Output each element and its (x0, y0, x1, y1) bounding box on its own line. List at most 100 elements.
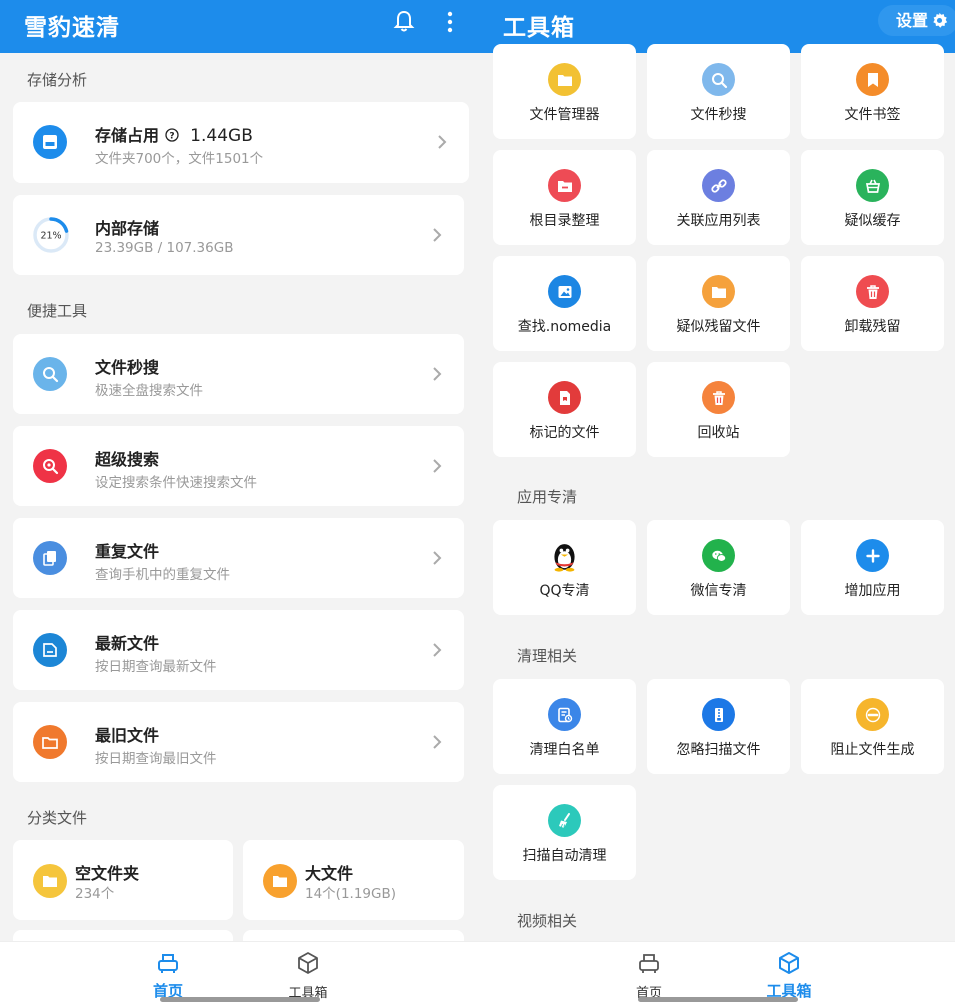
nav-toolbox[interactable]: 工具箱 (273, 946, 343, 1002)
chevron-right-icon (438, 135, 447, 149)
tool-tile[interactable]: 忽略扫描文件 (647, 679, 790, 774)
storage-progress-ring: 21% (33, 217, 69, 253)
more-menu-icon[interactable] (441, 10, 459, 34)
ignore-scan-icon (702, 698, 735, 731)
category-card[interactable]: 空文件夹 234个 (13, 840, 233, 920)
oldest-file-icon (33, 725, 67, 759)
tool-tile[interactable]: 增加应用 (801, 520, 944, 615)
home-screen: 雪豹速清 存储分析 存储占用 ? 1.44GB 文件夹700个，文件1501个 … (0, 0, 478, 1006)
tool-tile-label: 文件管理器 (529, 107, 600, 123)
tool-tile[interactable]: QQ专清 (493, 520, 636, 615)
internal-storage-card[interactable]: 21% 内部存储 23.39GB / 107.36GB (13, 195, 464, 275)
tool-tile[interactable]: 回收站 (647, 362, 790, 457)
tool-card-sub: 按日期查询最旧文件 (95, 751, 217, 767)
section-storage-title: 存储分析 (27, 71, 88, 89)
chevron-right-icon (433, 228, 442, 242)
tool-tile-label: 增加应用 (844, 583, 901, 599)
storage-usage-value: 1.44GB (190, 126, 253, 146)
home-indicator (160, 997, 320, 1002)
tool-tile-label: 查找.nomedia (517, 319, 612, 335)
marked-file-icon (548, 381, 581, 414)
tool-tile[interactable]: 清理白名单 (493, 679, 636, 774)
tool-card-title: 重复文件 (95, 542, 160, 561)
tool-tile-label: 微信专清 (690, 583, 747, 599)
internal-storage-sub: 23.39GB / 107.36GB (95, 240, 234, 256)
broom-icon (548, 804, 581, 837)
tool-card-sub: 极速全盘搜索文件 (95, 383, 203, 399)
home-sofa-icon (158, 954, 178, 973)
bookmark-icon (856, 63, 889, 96)
tool-tile-label: 回收站 (697, 425, 740, 441)
tool-tile-label: 卸载残留 (844, 319, 901, 335)
tool-card[interactable]: 最新文件 按日期查询最新文件 (13, 610, 464, 690)
tool-card[interactable]: 超级搜索设定搜索条件快速搜索文件 (13, 426, 464, 506)
tool-tile[interactable]: 查找.nomedia (493, 256, 636, 351)
storage-usage-sub: 文件夹700个，文件1501个 (95, 151, 264, 167)
settings-button[interactable]: 设置 (878, 5, 955, 36)
section-tools-title: 便捷工具 (27, 302, 88, 320)
category-card[interactable]: 大文件 14个(1.19GB) (243, 840, 464, 920)
storage-usage-card[interactable]: 存储占用 ? 1.44GB 文件夹700个，文件1501个 (13, 102, 469, 183)
tool-tile-label: 文件秒搜 (690, 107, 747, 123)
toolbox-screen: 工具箱 设置 文件管理器 文件秒搜 文件书签根目录整理 关联应用列表 疑似缓存查找.no… (478, 0, 955, 1006)
folder-icon (263, 864, 297, 898)
chevron-right-icon (433, 735, 442, 749)
chevron-right-icon (433, 551, 442, 565)
tool-tile-label: 疑似缓存 (844, 213, 901, 229)
tool-tile[interactable]: 疑似残留文件 (647, 256, 790, 351)
tool-card[interactable]: 重复文件查询手机中的重复文件 (13, 518, 464, 598)
nav-home[interactable]: 首页 (133, 946, 203, 1002)
tool-tile[interactable]: 标记的文件 (493, 362, 636, 457)
duplicate-file-icon (33, 541, 67, 575)
section-clean-title: 清理相关 (517, 647, 578, 665)
help-icon[interactable]: ? (164, 128, 179, 142)
app-title: 雪豹速清 (24, 15, 120, 41)
block-icon (856, 698, 889, 731)
wechat-icon (702, 539, 735, 572)
tool-tile[interactable]: 文件书签 (801, 44, 944, 139)
trash-icon (856, 275, 889, 308)
tool-card-sub: 按日期查询最新文件 (95, 659, 217, 675)
tool-tile[interactable]: 文件秒搜 (647, 44, 790, 139)
nav-home[interactable]: 首页 (614, 946, 684, 1002)
folder-icon (702, 275, 735, 308)
bottom-nav: 首页 工具箱 (0, 941, 478, 1006)
newest-file-icon (33, 633, 67, 667)
basket-icon (856, 169, 889, 202)
tool-tile[interactable]: 根目录整理 (493, 150, 636, 245)
tool-tile-label: QQ专清 (539, 583, 590, 599)
section-app-title: 应用专清 (517, 488, 578, 506)
search-icon (702, 63, 735, 96)
tool-card[interactable]: 最旧文件 按日期查询最旧文件 (13, 702, 464, 782)
chevron-right-icon (433, 367, 442, 381)
tool-tile-label: 阻止文件生成 (830, 742, 915, 758)
tool-card-sub: 查询手机中的重复文件 (95, 567, 230, 583)
section-category-title: 分类文件 (27, 809, 88, 827)
toolbox-title: 工具箱 (503, 15, 575, 41)
folder-icon (33, 864, 67, 898)
tool-tile-label: 关联应用列表 (676, 213, 761, 229)
super-search-icon (33, 449, 67, 483)
link-icon (702, 169, 735, 202)
tool-tile-label: 标记的文件 (529, 425, 600, 441)
toolbox-cube-icon (298, 952, 318, 974)
search-icon (33, 357, 67, 391)
tool-tile[interactable]: 卸载残留 (801, 256, 944, 351)
tool-tile[interactable]: 关联应用列表 (647, 150, 790, 245)
chevron-right-icon (433, 643, 442, 657)
nav-toolbox[interactable]: 工具箱 (754, 946, 824, 1002)
tool-tile[interactable]: 阻止文件生成 (801, 679, 944, 774)
tool-tile[interactable]: 扫描自动清理 (493, 785, 636, 880)
tool-card-sub: 设定搜索条件快速搜索文件 (95, 475, 257, 491)
tool-tile[interactable]: 微信专清 (647, 520, 790, 615)
tool-tile-label: 文件书签 (844, 107, 901, 123)
tool-tile[interactable]: 文件管理器 (493, 44, 636, 139)
tool-tile[interactable]: 疑似缓存 (801, 150, 944, 245)
tool-card[interactable]: 文件秒搜 极速全盘搜索文件 (13, 334, 464, 414)
tool-tile-label: 清理白名单 (529, 742, 600, 758)
category-sub: 14个(1.19GB) (305, 886, 396, 902)
tool-card-title: 超级搜索 (95, 450, 160, 469)
bell-icon[interactable] (392, 9, 416, 33)
gear-icon (933, 12, 948, 28)
tool-tile-label: 疑似残留文件 (676, 319, 761, 335)
